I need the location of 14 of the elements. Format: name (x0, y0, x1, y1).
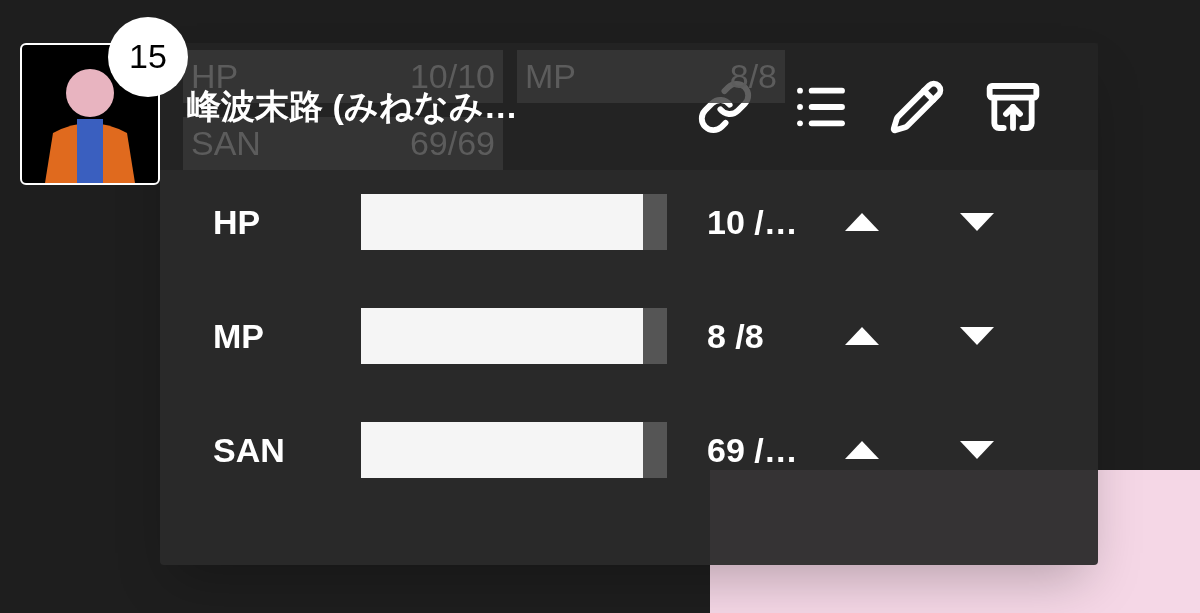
up-triangle-icon (845, 213, 879, 231)
down-triangle-icon (960, 441, 994, 459)
up-triangle-icon (845, 327, 879, 345)
edit-icon[interactable] (889, 78, 945, 135)
stat-label: HP (213, 201, 262, 243)
stat-value: 10 /… (707, 201, 799, 243)
up-triangle-icon (845, 441, 879, 459)
stat-value: 69 /… (707, 429, 799, 471)
stat-value: 8 /8 (707, 315, 765, 357)
down-triangle-icon (960, 327, 994, 345)
level-badge: 15 (108, 17, 188, 97)
stat-label: SAN (213, 429, 286, 471)
down-triangle-icon (960, 213, 994, 231)
stat-label: MP (213, 315, 265, 357)
